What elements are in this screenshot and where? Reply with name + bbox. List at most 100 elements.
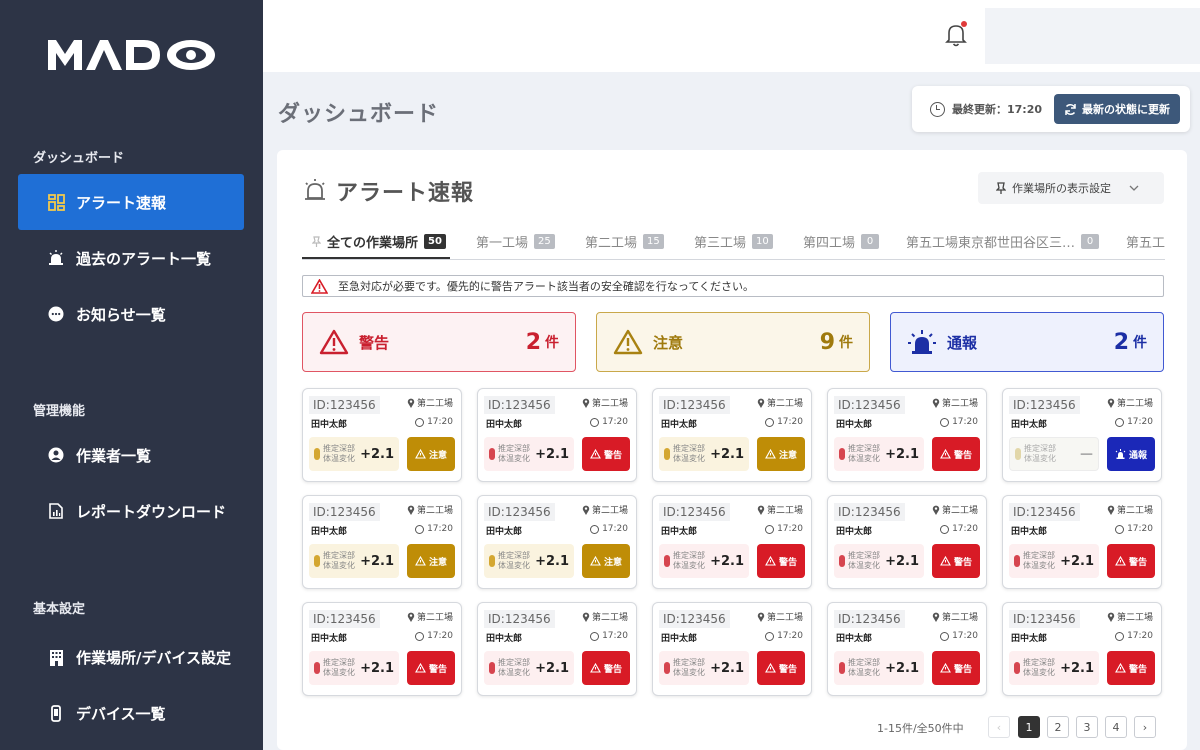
card-level-badge[interactable]: 警告 [757, 651, 805, 685]
page-button[interactable]: 4 [1105, 716, 1127, 738]
alert-card[interactable]: ID:123456 第二工場 田中太郎 17:20 推定深部 体温変化 +2.1 注意 [302, 388, 462, 482]
card-id: ID:123456 [659, 396, 730, 414]
page-button[interactable]: 3 [1076, 716, 1098, 738]
alert-card[interactable]: ID:123456 第二工場 田中太郎 17:20 推定深部 体温変化 +2.1 警告 [477, 602, 637, 696]
sidebar-item-device-list[interactable]: デバイス一覧 [18, 685, 244, 741]
card-time: 17:20 [1115, 524, 1153, 534]
card-metric: 推定深部 体温変化 +2.1 [834, 651, 924, 685]
card-location-text: 第二工場 [591, 613, 628, 623]
alert-card[interactable]: ID:123456 第二工場 田中太郎 17:20 推定深部 体温変化 +2.1 警告 [827, 495, 987, 589]
sidebar-item-workers[interactable]: 作業者一覧 [18, 427, 244, 483]
sidebar-item-alert-news[interactable]: アラート速報 [18, 174, 244, 230]
card-level-badge[interactable]: 警告 [582, 437, 630, 471]
warning-icon [415, 449, 426, 459]
alert-card[interactable]: ID:123456 第二工場 田中太郎 17:20 推定深部 体温変化 +2.1 警告 [652, 602, 812, 696]
location-pin-icon [757, 612, 765, 622]
page-button[interactable]: 1 [1018, 716, 1040, 738]
badge-label: 警告 [1128, 664, 1147, 675]
tab-workplace[interactable]: 第五工 [1126, 232, 1165, 251]
metric-label-line: 体温変化 [1023, 561, 1055, 570]
card-location: 第二工場 [932, 610, 978, 623]
tab-workplace[interactable]: 第五工場東京都世田谷区三… 0 [906, 232, 1100, 251]
clock-icon [940, 524, 950, 534]
card-location-text: 第二工場 [591, 506, 628, 516]
alert-card[interactable]: ID:123456 第二工場 田中太郎 17:20 推定深部 体温変化 +2.1 警告 [1002, 602, 1162, 696]
summary-report[interactable]: 通報 2 件 [890, 312, 1164, 372]
metric-value: +2.1 [360, 553, 394, 569]
sidebar-item-past-alerts[interactable]: 過去のアラート一覧 [18, 230, 244, 286]
tab-workplace[interactable]: 第三工場 10 [694, 232, 773, 251]
alert-card[interactable]: ID:123456 第二工場 田中太郎 17:20 推定深部 体温変化 +2.1 警告 [1002, 495, 1162, 589]
sidebar-item-report-download[interactable]: レポートダウンロード [18, 483, 244, 539]
card-level-badge[interactable]: 注意 [757, 437, 805, 471]
metric-label: 推定深部 体温変化 [1023, 551, 1055, 571]
card-worker-name: 田中太郎 [661, 420, 698, 430]
tab-all-workplaces[interactable]: 全ての作業場所 50 [312, 232, 446, 251]
summary-caution[interactable]: 注意 9 件 [596, 312, 870, 372]
next-page-button[interactable]: › [1134, 716, 1156, 738]
badge-label: 注意 [778, 450, 797, 461]
alert-card[interactable]: ID:123456 第二工場 田中太郎 17:20 推定深部 体温変化 — 通報 [1002, 388, 1162, 482]
badge-label: 警告 [953, 664, 972, 675]
location-pin-icon [407, 612, 415, 622]
alert-card[interactable]: ID:123456 第二工場 田中太郎 17:20 推定深部 体温変化 +2.1 注意 [477, 495, 637, 589]
metric-value: +2.1 [710, 553, 744, 569]
card-level-badge[interactable]: 注意 [582, 544, 630, 578]
pagination-summary: 1-15件/全50件中 [877, 722, 964, 735]
summary-unit: 件 [839, 335, 853, 351]
card-worker-name: 田中太郎 [311, 420, 348, 430]
card-id: ID:123456 [834, 396, 905, 414]
user-icon [47, 446, 65, 464]
alert-card[interactable]: ID:123456 第二工場 田中太郎 17:20 推定深部 体温変化 +2.1 警告 [652, 495, 812, 589]
card-level-badge[interactable]: 警告 [932, 437, 980, 471]
thermometer-icon [489, 662, 495, 674]
metric-label-line: 推定深部 [673, 658, 705, 667]
card-level-badge[interactable]: 警告 [582, 651, 630, 685]
alert-card[interactable]: ID:123456 第二工場 田中太郎 17:20 推定深部 体温変化 +2.1 注意 [302, 495, 462, 589]
card-level-badge[interactable]: 警告 [407, 651, 455, 685]
card-level-badge[interactable]: 警告 [932, 544, 980, 578]
sidebar-item-notices[interactable]: お知らせ一覧 [18, 286, 244, 342]
card-location-text: 第二工場 [591, 399, 628, 409]
tab-count: 10 [752, 234, 773, 249]
metric-label-line: 体温変化 [498, 454, 530, 463]
card-level-badge[interactable]: 警告 [1107, 651, 1155, 685]
alert-card[interactable]: ID:123456 第二工場 田中太郎 17:20 推定深部 体温変化 +2.1 警告 [477, 388, 637, 482]
mado-logo[interactable] [48, 36, 218, 72]
thermometer-icon [314, 448, 320, 460]
card-metric: 推定深部 体温変化 +2.1 [484, 544, 574, 578]
summary-warning[interactable]: 警告 2 件 [302, 312, 576, 372]
card-level-badge[interactable]: 注意 [407, 544, 455, 578]
alert-card[interactable]: ID:123456 第二工場 田中太郎 17:20 推定深部 体温変化 +2.1 警告 [827, 602, 987, 696]
card-time-text: 17:20 [427, 524, 453, 534]
workplace-tabs: 全ての作業場所 50 第一工場 25 第二工場 15 第三工場 10 第四工場 … [302, 226, 1165, 260]
tab-workplace[interactable]: 第一工場 25 [476, 232, 555, 251]
tab-label: 第一工場 [476, 236, 529, 251]
card-level-badge[interactable]: 警告 [757, 544, 805, 578]
page-button[interactable]: 2 [1047, 716, 1069, 738]
alert-card[interactable]: ID:123456 第二工場 田中太郎 17:20 推定深部 体温変化 +2.1 警告 [302, 602, 462, 696]
prev-page-button[interactable]: ‹ [988, 716, 1010, 738]
card-id: ID:123456 [484, 396, 555, 414]
card-worker-name: 田中太郎 [1011, 420, 1048, 430]
card-level-badge[interactable]: 通報 [1107, 437, 1155, 471]
refresh-button[interactable]: 最新の状態に更新 [1054, 94, 1180, 124]
metric-value: +2.1 [885, 446, 919, 462]
workplace-display-setting-dropdown[interactable]: 作業場所の表示設定 [978, 172, 1164, 204]
card-level-badge[interactable]: 警告 [932, 651, 980, 685]
card-level-badge[interactable]: 警告 [1107, 544, 1155, 578]
alert-card[interactable]: ID:123456 第二工場 田中太郎 17:20 推定深部 体温変化 +2.1 警告 [827, 388, 987, 482]
alert-card[interactable]: ID:123456 第二工場 田中太郎 17:20 推定深部 体温変化 +2.1 注意 [652, 388, 812, 482]
thermometer-icon [839, 662, 845, 674]
user-menu[interactable] [985, 8, 1200, 64]
metric-label-line: 推定深部 [498, 551, 530, 560]
tab-workplace[interactable]: 第四工場 0 [803, 232, 880, 251]
card-level-badge[interactable]: 注意 [407, 437, 455, 471]
refresh-button-label: 最新の状態に更新 [1082, 103, 1170, 116]
tab-workplace[interactable]: 第二工場 15 [585, 232, 664, 251]
summary-count: 2 [525, 329, 541, 355]
thermometer-icon [664, 555, 670, 567]
summary-count: 9 [819, 329, 835, 355]
sidebar-item-workplace-device-settings[interactable]: 作業場所/デバイス設定 [18, 629, 244, 685]
card-location-text: 第二工場 [416, 506, 453, 516]
